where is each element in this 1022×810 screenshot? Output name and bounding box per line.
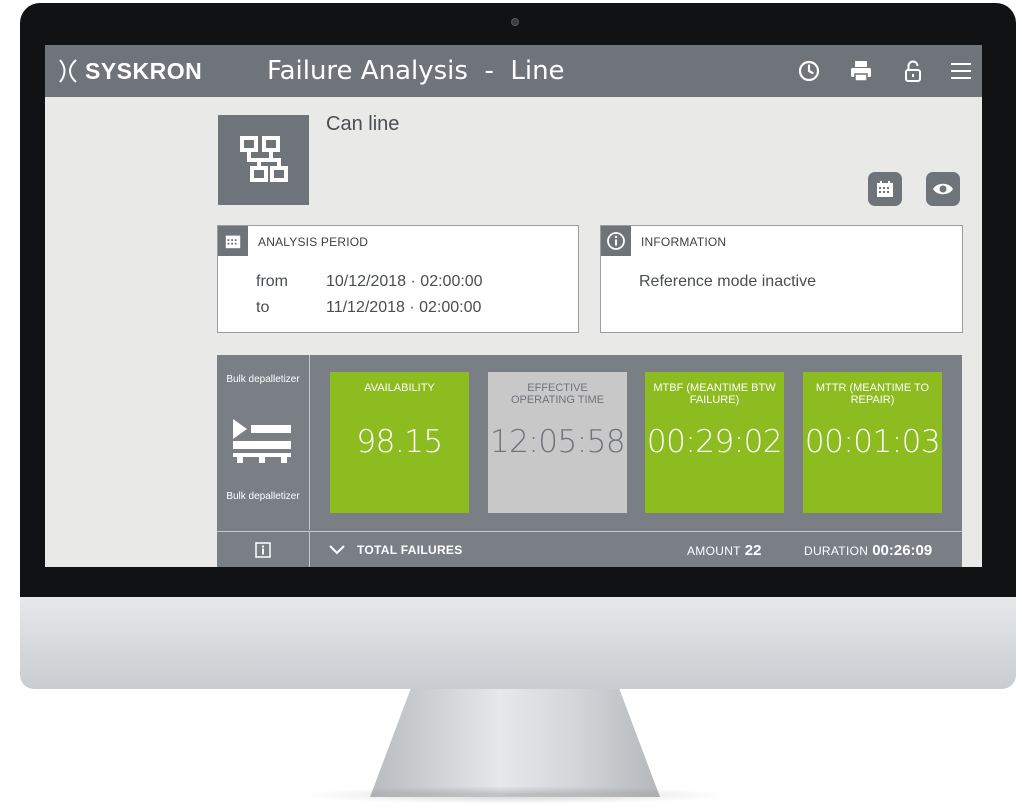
machine-name-bottom: Bulk depalletizer	[226, 491, 300, 502]
kpi-value: 98.15	[356, 424, 443, 460]
eye-icon	[933, 183, 953, 195]
depalletizer-icon	[233, 419, 291, 463]
clock-icon[interactable]	[797, 59, 821, 83]
total-failures-bar: TOTAL FAILURES AMOUNT 22 DURATION 00:26:09	[217, 531, 962, 567]
brand-logo[interactable]: SYSKRON	[57, 57, 202, 85]
info-icon	[607, 232, 625, 250]
kpi-label: MTBF (MEANTIME BTW FAILURE)	[653, 382, 776, 406]
kpi-effective-operating-time[interactable]: EFFECTIVE OPERATING TIME 12:05:58	[488, 372, 627, 513]
machine-name-top: Bulk depalletizer	[226, 374, 300, 385]
kpi-value: 00:29:02	[646, 424, 783, 460]
page-title: Failure Analysis - Line	[267, 56, 565, 86]
failures-duration: DURATION 00:26:09	[804, 542, 932, 559]
calendar-icon	[877, 181, 893, 197]
kpi-mtbf[interactable]: MTBF (MEANTIME BTW FAILURE) 00:29:02	[645, 372, 784, 513]
machine-sidebar[interactable]: Bulk depalletizer Bulk depalletizer	[217, 355, 310, 530]
calendar-icon	[225, 235, 241, 249]
amount-label: AMOUNT	[687, 544, 741, 558]
line-icon-tile	[218, 115, 309, 205]
panel-info-badge	[601, 226, 631, 256]
period-to-value: 11/12/2018 · 02:00:00	[326, 299, 482, 316]
failures-amount: AMOUNT 22	[687, 542, 761, 559]
kpi-value: 00:01:03	[804, 424, 941, 460]
period-from-label: from	[256, 273, 288, 290]
period-from-row: from 10/12/2018 · 02:00:00	[256, 273, 483, 291]
kpi-availability[interactable]: AVAILABILITY 98.15	[330, 372, 469, 513]
amount-value: 22	[744, 542, 762, 559]
kpi-label: MTTR (MEANTIME TO REPAIR)	[815, 382, 930, 406]
monitor-stand	[370, 689, 660, 797]
brand-name: SYSKRON	[85, 57, 203, 84]
total-failures-toggle[interactable]: TOTAL FAILURES	[329, 532, 463, 567]
info-square-icon	[255, 542, 271, 558]
period-from-value: 10/12/2018 · 02:00:00	[326, 273, 483, 290]
unlock-icon[interactable]	[901, 59, 925, 83]
app-screen: SYSKRON Failure Analysis - Line Can line…	[45, 45, 982, 567]
line-structure-icon	[239, 136, 288, 182]
monitor-chin	[20, 597, 1016, 689]
machine-info-button[interactable]	[217, 532, 310, 567]
chevron-down-icon	[329, 545, 345, 555]
syskron-logo-icon	[59, 59, 77, 83]
kpi-label: AVAILABILITY	[364, 382, 435, 394]
line-name: Can line	[326, 113, 400, 135]
information-panel: INFORMATION Reference mode inactive	[600, 225, 963, 333]
kpi-label: EFFECTIVE OPERATING TIME	[510, 382, 605, 406]
period-to-row: to 11/12/2018 · 02:00:00	[256, 299, 481, 317]
menu-icon[interactable]	[949, 59, 973, 83]
top-bar: SYSKRON Failure Analysis - Line	[45, 45, 982, 97]
view-button[interactable]	[926, 172, 960, 206]
panel-calendar-badge	[218, 226, 248, 256]
kpi-mttr[interactable]: MTTR (MEANTIME TO REPAIR) 00:01:03	[803, 372, 942, 513]
kpi-value: 12:05:58	[489, 424, 626, 460]
printer-icon[interactable]	[849, 59, 873, 83]
machine-card: Bulk depalletizer Bulk depalletizer AVAI…	[217, 355, 962, 567]
duration-value: 00:26:09	[872, 542, 933, 559]
total-failures-title: TOTAL FAILURES	[357, 543, 463, 557]
information-text: Reference mode inactive	[639, 273, 816, 290]
calendar-button[interactable]	[868, 172, 902, 206]
analysis-period-title: ANALYSIS PERIOD	[258, 235, 369, 249]
analysis-period-panel: ANALYSIS PERIOD from 10/12/2018 · 02:00:0…	[217, 225, 579, 333]
information-title: INFORMATION	[641, 235, 727, 249]
duration-label: DURATION	[804, 544, 869, 558]
period-to-label: to	[256, 299, 270, 316]
stand-shadow	[300, 786, 730, 804]
webcam	[511, 18, 519, 26]
